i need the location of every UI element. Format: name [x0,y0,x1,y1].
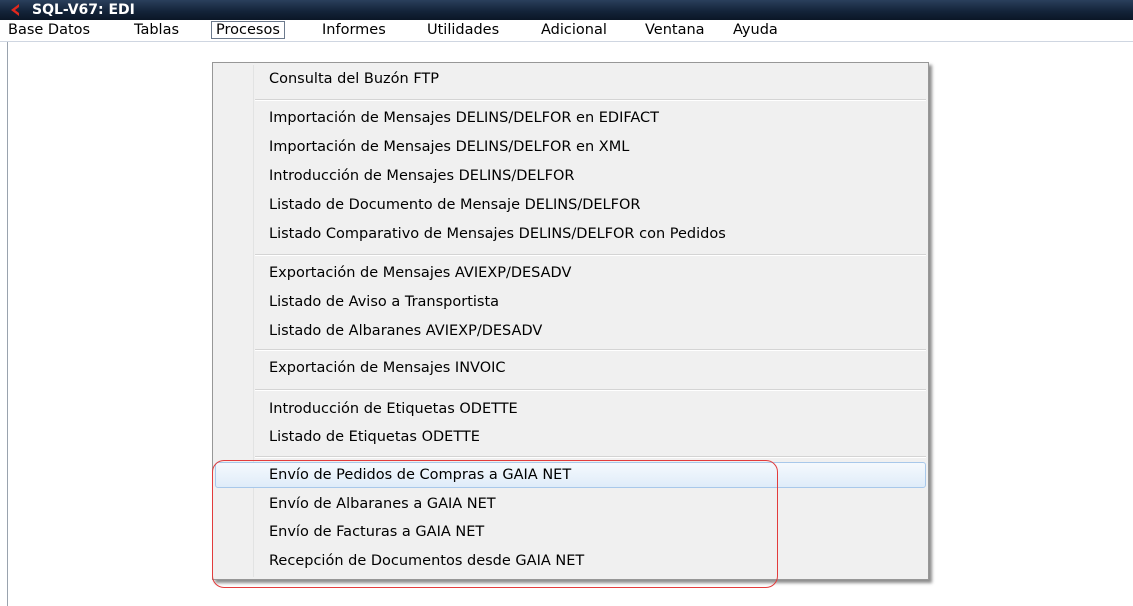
menu-procesos[interactable]: Procesos [211,21,285,39]
menu-ventana[interactable]: Ventana [641,21,709,39]
menu-bar: Base Datos Tablas Procesos Informes Util… [0,20,1133,42]
menu-item-label: Listado de Documento de Mensaje DELINS/D… [269,197,641,213]
procesos-dropdown-menu: Consulta del Buzón FTP Importación de Me… [212,62,929,580]
menu-separator [255,349,926,351]
menu-item-listado-etiquetas[interactable]: Listado de Etiquetas ODETTE [215,424,926,450]
menu-tablas[interactable]: Tablas [130,21,183,39]
menu-item-importacion-edifact[interactable]: Importación de Mensajes DELINS/DELFOR en… [215,105,926,131]
menu-item-label: Exportación de Mensajes AVIEXP/DESADV [269,265,572,281]
menu-separator [255,389,926,391]
menu-item-envio-pedidos-gaia[interactable]: Envío de Pedidos de Compras a GAIA NET [215,462,926,488]
menu-item-label: Recepción de Documentos desde GAIA NET [269,553,585,569]
menu-item-exportacion-invoic[interactable]: Exportación de Mensajes INVOIC [215,355,926,381]
window-title: SQL-V67: EDI [32,2,135,18]
menu-item-exportacion-aviexp[interactable]: Exportación de Mensajes AVIEXP/DESADV [215,260,926,286]
mdi-client-border [7,42,8,606]
menu-item-listado-comparativo[interactable]: Listado Comparativo de Mensajes DELINS/D… [215,221,926,247]
menu-item-listado-aviso-transportista[interactable]: Listado de Aviso a Transportista [215,289,926,315]
menu-item-envio-facturas-gaia[interactable]: Envío de Facturas a GAIA NET [215,519,926,545]
menu-item-label: Listado de Etiquetas ODETTE [269,429,480,445]
menu-item-label: Envío de Facturas a GAIA NET [269,524,485,540]
menu-item-recepcion-documentos-gaia[interactable]: Recepción de Documentos desde GAIA NET [215,548,926,574]
menu-item-label: Consulta del Buzón FTP [269,71,440,87]
menu-item-consulta-buzon-ftp[interactable]: Consulta del Buzón FTP [215,66,926,92]
menu-separator [255,456,926,458]
app-logo-icon [11,4,19,16]
menu-item-label: Listado de Aviso a Transportista [269,294,500,310]
menu-item-label: Listado Comparativo de Mensajes DELINS/D… [269,226,726,242]
menu-informes[interactable]: Informes [318,21,390,39]
menu-item-label: Envío de Albaranes a GAIA NET [269,496,496,512]
menu-item-label: Introducción de Etiquetas ODETTE [269,401,518,417]
menu-item-label: Listado de Albaranes AVIEXP/DESADV [269,323,543,339]
menu-item-listado-documento-delins[interactable]: Listado de Documento de Mensaje DELINS/D… [215,192,926,218]
menu-base-datos[interactable]: Base Datos [4,21,94,39]
menu-item-label: Exportación de Mensajes INVOIC [269,360,506,376]
menu-item-listado-albaranes[interactable]: Listado de Albaranes AVIEXP/DESADV [215,318,926,344]
menu-item-label: Introducción de Mensajes DELINS/DELFOR [269,168,575,184]
menu-item-label: Envío de Pedidos de Compras a GAIA NET [269,467,572,483]
menu-separator [255,254,926,256]
menu-utilidades[interactable]: Utilidades [423,21,503,39]
menu-item-introduccion-delins[interactable]: Introducción de Mensajes DELINS/DELFOR [215,163,926,189]
menu-separator [255,99,926,101]
menu-item-label: Importación de Mensajes DELINS/DELFOR en… [269,110,660,126]
menu-item-importacion-xml[interactable]: Importación de Mensajes DELINS/DELFOR en… [215,134,926,160]
menu-item-label: Importación de Mensajes DELINS/DELFOR en… [269,139,630,155]
menu-ayuda[interactable]: Ayuda [729,21,782,39]
menu-item-envio-albaranes-gaia[interactable]: Envío de Albaranes a GAIA NET [215,491,926,517]
menu-item-introduccion-etiquetas[interactable]: Introducción de Etiquetas ODETTE [215,396,926,422]
title-bar: SQL-V67: EDI [0,0,1133,20]
menu-adicional[interactable]: Adicional [537,21,611,39]
